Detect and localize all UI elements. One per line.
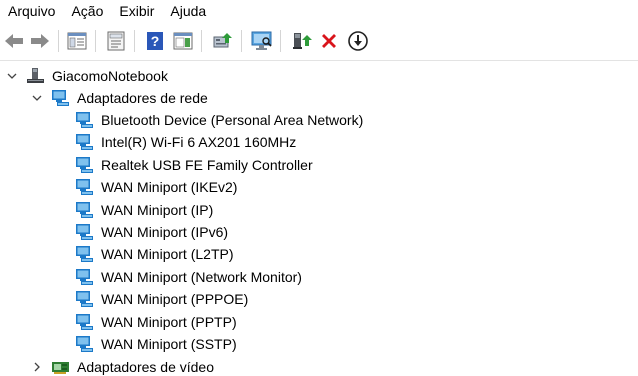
- tree-node-network-adapters[interactable]: Adaptadores de rede: [31, 87, 208, 109]
- category-label: Adaptadores de vídeo: [77, 359, 214, 375]
- device-label: WAN Miniport (IKEv2): [101, 179, 238, 195]
- device-label: WAN Miniport (PPPOE): [101, 291, 249, 307]
- chevron-down-icon[interactable]: [6, 70, 18, 82]
- device-label: Intel(R) Wi-Fi 6 AX201 160MHz: [101, 134, 297, 150]
- menu-ajuda[interactable]: Ajuda: [162, 0, 214, 22]
- toolbar-separator: [241, 30, 242, 52]
- network-adapter-icon: [75, 133, 95, 151]
- enable-device-icon[interactable]: [290, 29, 314, 53]
- root-label: GiacomoNotebook: [52, 68, 168, 84]
- menu-arquivo[interactable]: Arquivo: [0, 0, 63, 22]
- tree-node-device[interactable]: WAN Miniport (IKEv2): [75, 176, 237, 198]
- device-tree: GiacomoNotebook Adaptadores de rede Blue…: [0, 62, 638, 376]
- device-label: Realtek USB FE Family Controller: [101, 157, 313, 173]
- device-label: WAN Miniport (IPv6): [101, 224, 229, 240]
- uninstall-device-icon[interactable]: [317, 29, 341, 53]
- tree-node-device[interactable]: Bluetooth Device (Personal Area Network): [75, 109, 363, 131]
- device-label: WAN Miniport (L2TP): [101, 246, 234, 262]
- category-label: Adaptadores de rede: [77, 90, 208, 106]
- network-adapter-icon: [75, 156, 95, 174]
- network-adapter-icon: [75, 335, 95, 353]
- menu-exibir[interactable]: Exibir: [111, 0, 162, 22]
- device-label: WAN Miniport (SSTP): [101, 336, 237, 352]
- tree-node-root[interactable]: GiacomoNotebook: [6, 65, 168, 87]
- chevron-right-icon[interactable]: [31, 361, 43, 373]
- toolbar-separator: [201, 30, 202, 52]
- device-label: WAN Miniport (IP): [101, 202, 214, 218]
- tree-node-device[interactable]: WAN Miniport (IP): [75, 199, 213, 221]
- properties-icon[interactable]: [104, 29, 128, 53]
- back-arrow-icon[interactable]: [2, 29, 26, 53]
- device-label: WAN Miniport (PPTP): [101, 314, 237, 330]
- device-label: Bluetooth Device (Personal Area Network): [101, 112, 364, 128]
- toolbar-separator: [58, 30, 59, 52]
- toolbar-separator: [134, 30, 135, 52]
- tree-node-display-adapters[interactable]: Adaptadores de vídeo: [31, 356, 214, 376]
- tree-node-device[interactable]: WAN Miniport (PPPOE): [75, 288, 248, 310]
- menu-bar: Arquivo Ação Exibir Ajuda: [0, 0, 638, 22]
- tree-node-device[interactable]: WAN Miniport (PPTP): [75, 311, 237, 333]
- network-adapter-icon: [75, 223, 95, 241]
- tree-node-device[interactable]: Realtek USB FE Family Controller: [75, 154, 313, 176]
- network-adapter-icon: [75, 290, 95, 308]
- network-adapter-icon: [75, 201, 95, 219]
- chevron-down-icon[interactable]: [31, 92, 43, 104]
- tree-node-device[interactable]: WAN Miniport (Network Monitor): [75, 266, 302, 288]
- tree-node-device[interactable]: Intel(R) Wi-Fi 6 AX201 160MHz: [75, 131, 296, 153]
- tree-node-device[interactable]: WAN Miniport (IPv6): [75, 221, 228, 243]
- menu-acao[interactable]: Ação: [63, 0, 111, 22]
- network-adapter-icon: [75, 268, 95, 286]
- console-tree-icon[interactable]: [65, 29, 89, 53]
- svg-text:?: ?: [151, 33, 160, 49]
- scan-hardware-icon[interactable]: [250, 29, 274, 53]
- forward-arrow-icon[interactable]: [28, 29, 52, 53]
- network-adapter-icon: [75, 178, 95, 196]
- tree-node-device[interactable]: WAN Miniport (SSTP): [75, 333, 237, 355]
- network-adapter-icon: [75, 111, 95, 129]
- display-adapter-icon: [51, 358, 71, 376]
- device-label: WAN Miniport (Network Monitor): [101, 269, 302, 285]
- action-pane-icon[interactable]: [171, 29, 195, 53]
- tree-node-device[interactable]: WAN Miniport (L2TP): [75, 243, 234, 265]
- toolbar-separator: [95, 30, 96, 52]
- computer-icon: [26, 67, 46, 85]
- toolbar-separator: [280, 30, 281, 52]
- download-icon[interactable]: [346, 29, 370, 53]
- update-driver-icon[interactable]: [211, 29, 235, 53]
- network-adapter-icon: [75, 313, 95, 331]
- network-adapter-icon: [75, 245, 95, 263]
- toolbar: ?: [0, 22, 638, 61]
- help-icon[interactable]: ?: [143, 29, 167, 53]
- network-adapter-icon: [51, 89, 71, 107]
